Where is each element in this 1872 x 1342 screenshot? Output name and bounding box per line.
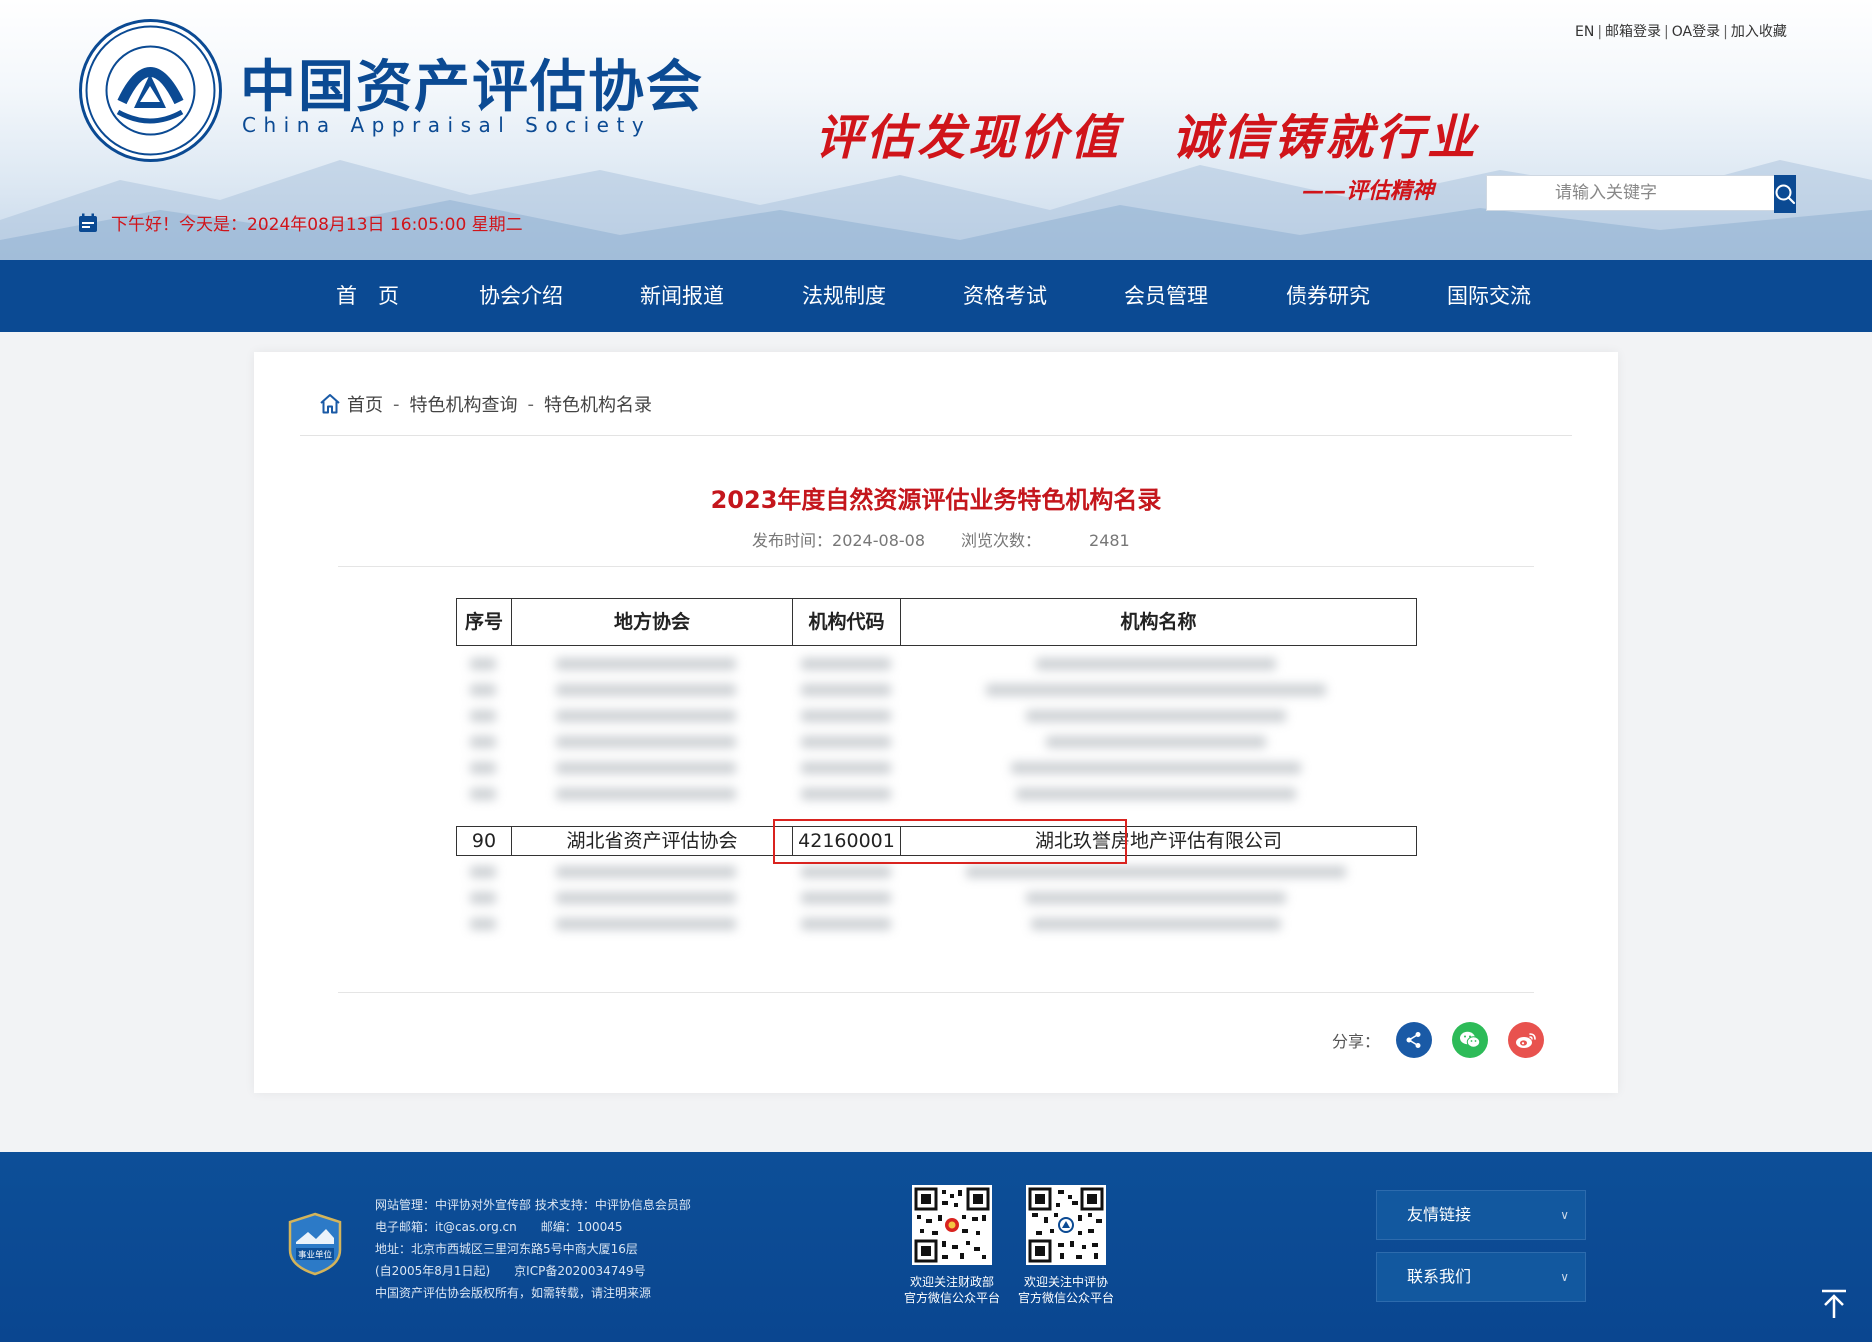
qr-code-mof bbox=[912, 1185, 992, 1265]
breadcrumb-home[interactable]: 首页 bbox=[347, 391, 383, 417]
blurred-rows bbox=[456, 646, 1417, 826]
article-title: 2023年度自然资源评估业务特色机构名录 bbox=[710, 486, 1162, 514]
badge-label: 事业单位 bbox=[298, 1250, 333, 1261]
weibo-share-button[interactable] bbox=[1508, 1022, 1545, 1058]
qr-caption-cas: 欢迎关注中评协 官方微信公众平台 bbox=[1006, 1274, 1126, 1306]
weibo-icon bbox=[1516, 1033, 1536, 1048]
link-en[interactable]: EN bbox=[1575, 24, 1594, 40]
footer-info: 网站管理：中评协对外宣传部 技术支持：中评协信息会员部 电子邮箱：it@cas.… bbox=[375, 1194, 691, 1304]
top-links: EN | 邮箱登录 | OA登录 | 加入收藏 bbox=[1575, 21, 1787, 41]
nav-item-members[interactable]: 会员管理 bbox=[1124, 260, 1208, 332]
nav-item-international[interactable]: 国际交流 bbox=[1447, 260, 1531, 332]
qr-caption-line: 官方微信公众平台 bbox=[1017, 1291, 1114, 1305]
search-input[interactable] bbox=[1487, 176, 1774, 210]
logo-subtitle: China Appraisal Society bbox=[242, 113, 652, 137]
main-nav: 首 页 协会介绍 新闻报道 法规制度 资格考试 会员管理 债券研究 国际交流 bbox=[0, 260, 1872, 332]
highlight-annotation bbox=[773, 819, 1127, 864]
link-mail-login[interactable]: 邮箱登录 bbox=[1605, 24, 1661, 40]
col-name: 机构名称 bbox=[900, 599, 1416, 645]
friendly-links-dropdown[interactable]: 友情链接 ∨ bbox=[1376, 1190, 1586, 1240]
footer-line: (自2005年8月1日起) 京ICP备2020034749号 bbox=[375, 1264, 646, 1278]
views-count: 2481 bbox=[1089, 531, 1130, 550]
link-separator: | bbox=[1597, 24, 1603, 40]
site-footer: 事业单位 网站管理：中评协对外宣传部 技术支持：中评协信息会员部 电子邮箱：it… bbox=[0, 1152, 1872, 1342]
footer-line: 网站管理：中评协对外宣传部 技术支持：中评协信息会员部 bbox=[375, 1198, 691, 1212]
breadcrumb-separator: - bbox=[393, 393, 400, 415]
calendar-icon bbox=[79, 213, 97, 232]
qr-caption-mof: 欢迎关注财政部 官方微信公众平台 bbox=[892, 1274, 1012, 1306]
search-button[interactable] bbox=[1774, 175, 1796, 213]
slogan-subtitle: ——评估精神 bbox=[1302, 178, 1435, 204]
cas-logo[interactable] bbox=[79, 19, 222, 162]
dropdown-label: 友情链接 bbox=[1407, 1205, 1472, 1224]
greeting-row: 下午好！今天是：2024年08月13日 16:05:00 星期二 bbox=[78, 210, 523, 235]
breadcrumb-current[interactable]: 特色机构名录 bbox=[544, 391, 652, 417]
table-header: 序号 地方协会 机构代码 机构名称 bbox=[456, 598, 1417, 646]
nav-item-regulations[interactable]: 法规制度 bbox=[802, 260, 886, 332]
search-box bbox=[1486, 175, 1796, 213]
link-separator: | bbox=[1723, 24, 1728, 40]
divider bbox=[300, 435, 1572, 436]
nav-item-home[interactable]: 首 页 bbox=[336, 260, 399, 332]
publish-label: 发布时间： bbox=[752, 531, 833, 550]
cell-association: 湖北省资产评估协会 bbox=[511, 827, 792, 855]
share-button[interactable] bbox=[1396, 1022, 1433, 1058]
footer-line: 电子邮箱：it@cas.org.cn 邮编：100045 bbox=[375, 1220, 623, 1234]
col-code: 机构代码 bbox=[792, 599, 900, 645]
nav-item-about[interactable]: 协会介绍 bbox=[479, 260, 563, 332]
chevron-down-icon: ∨ bbox=[1560, 1270, 1569, 1284]
share-label: 分享： bbox=[1332, 1032, 1381, 1051]
search-icon bbox=[1775, 184, 1796, 205]
back-to-top-icon[interactable] bbox=[1816, 1286, 1852, 1322]
logo-title: 中国资产评估协会 bbox=[240, 54, 704, 120]
home-icon bbox=[320, 394, 340, 414]
divider bbox=[338, 566, 1534, 567]
content-card: 首页 - 特色机构查询 - 特色机构名录 2023年度自然资源评估业务特色机构名… bbox=[254, 352, 1618, 1093]
dropdown-label: 联系我们 bbox=[1407, 1267, 1472, 1286]
contact-us-dropdown[interactable]: 联系我们 ∨ bbox=[1376, 1252, 1586, 1302]
share-bar: 分享： bbox=[1332, 1022, 1564, 1058]
chevron-down-icon: ∨ bbox=[1560, 1208, 1569, 1222]
nav-item-news[interactable]: 新闻报道 bbox=[640, 260, 724, 332]
footer-line: 地址：北京市西城区三里河东路5号中商大厦16层 bbox=[375, 1242, 638, 1256]
divider bbox=[338, 992, 1534, 993]
qr-code-cas bbox=[1026, 1185, 1106, 1265]
breadcrumb-separator: - bbox=[527, 393, 535, 415]
public-institution-badge: 事业单位 bbox=[288, 1212, 342, 1276]
article-meta: 发布时间：2024-08-08 浏览次数： 2481 bbox=[752, 527, 1130, 551]
nav-item-exams[interactable]: 资格考试 bbox=[963, 260, 1047, 332]
link-add-favorite[interactable]: 加入收藏 bbox=[1731, 24, 1787, 40]
nav-item-bond-research[interactable]: 债券研究 bbox=[1286, 260, 1370, 332]
link-oa-login[interactable]: OA登录 bbox=[1672, 24, 1720, 40]
footer-line: 中国资产评估协会版权所有，如需转载，请注明来源 bbox=[375, 1286, 652, 1300]
qr-caption-line: 官方微信公众平台 bbox=[903, 1291, 1000, 1305]
wechat-share-button[interactable] bbox=[1452, 1022, 1489, 1058]
cell-index: 90 bbox=[471, 830, 497, 852]
qr-caption-line: 欢迎关注财政部 bbox=[909, 1275, 994, 1289]
views-label: 浏览次数： bbox=[961, 531, 1042, 550]
blurred-rows bbox=[456, 856, 1417, 956]
slogan: 评估发现价值 诚信铸就行业 bbox=[815, 110, 1479, 166]
col-association: 地方协会 bbox=[511, 599, 792, 645]
publish-date: 2024-08-08 bbox=[832, 531, 925, 550]
wechat-icon bbox=[1460, 1031, 1481, 1048]
breadcrumb: 首页 - 特色机构查询 - 特色机构名录 bbox=[319, 391, 652, 417]
site-header: 中国资产评估协会 China Appraisal Society 评估发现价值 … bbox=[0, 0, 1872, 260]
link-separator: | bbox=[1664, 24, 1669, 40]
breadcrumb-query[interactable]: 特色机构查询 bbox=[410, 391, 518, 417]
col-index: 序号 bbox=[464, 611, 503, 633]
share-icon bbox=[1406, 1032, 1421, 1048]
qr-caption-line: 欢迎关注中评协 bbox=[1023, 1275, 1108, 1289]
greeting-text: 下午好！今天是：2024年08月13日 16:05:00 星期二 bbox=[111, 215, 523, 235]
